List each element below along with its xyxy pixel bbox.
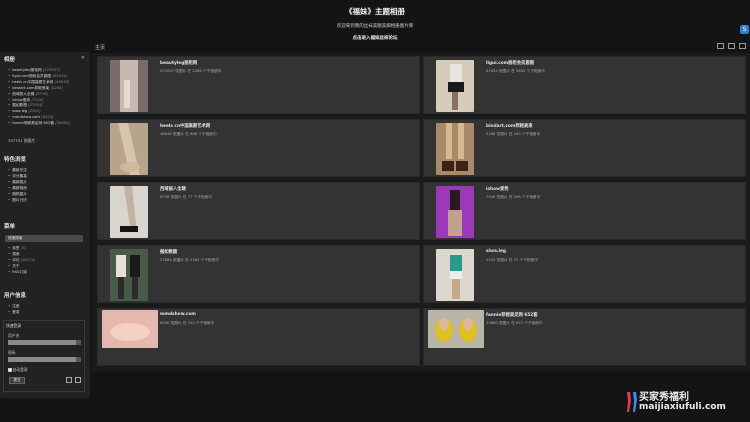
- album-thumbnail[interactable]: [110, 123, 148, 175]
- site-title: 《福妹》主题相册: [345, 7, 405, 16]
- album-name[interactable]: mmdshow.com: [160, 312, 196, 317]
- menu-heading: 菜单: [4, 224, 16, 230]
- album-info: 7028 张图片 在 206 个子相册中: [486, 195, 541, 199]
- album-thumbnail[interactable]: [436, 186, 474, 238]
- sidebar: 相册 « beautyleg丽柜网 [523007] ligui.com丽柜会员…: [0, 52, 90, 398]
- album-info: 5268 张图片 在 249 个子相册中: [486, 132, 541, 136]
- input-keyboard-icon: [76, 357, 81, 362]
- album-name[interactable]: heels cn中国高跟艺术网: [160, 123, 210, 129]
- share-icon[interactable]: S: [740, 25, 749, 34]
- album-name[interactable]: beautyleg丽柜网: [160, 60, 197, 66]
- menu-item[interactable]: RSS订阅: [8, 270, 35, 276]
- album-card[interactable]: ishow爱秀 7028 张图片 在 206 个子相册中: [423, 182, 746, 240]
- login-submit-button[interactable]: 提交: [9, 377, 25, 384]
- quick-login-box: 快速登录 用户名 密码 自动登录 提交: [3, 320, 85, 392]
- album-info: 27684 张图片 在 2364 个子相册中: [160, 258, 219, 262]
- feature-item[interactable]: 随机图片: [8, 192, 27, 198]
- help-icon[interactable]: [75, 377, 81, 383]
- remember-me-checkbox[interactable]: 自动登录: [8, 367, 28, 373]
- user-links: 注册 登录: [8, 304, 19, 316]
- feature-item[interactable]: 评分最高: [8, 174, 27, 180]
- list-view-icon[interactable]: [728, 43, 735, 49]
- album-name[interactable]: bindart.com邦妮美束: [486, 123, 533, 129]
- album-info: 63434 张图片 在 9600 个子相册中: [486, 69, 545, 73]
- username-label: 用户名: [8, 333, 20, 338]
- album-card[interactable]: siwa.leg 2943 张图片 在 37 个子相册中: [423, 245, 746, 303]
- feature-item[interactable]: 最新图片: [8, 180, 27, 186]
- username-input[interactable]: [8, 340, 81, 345]
- site-watermark: 买家秀福利 maijiaxiufuli.com: [625, 388, 749, 418]
- album-info: 30860 张图片 在 672 个子相册中: [486, 321, 543, 325]
- album-card[interactable]: 西域丽人全辑 6738 张图片 在 77 个子相册中: [97, 182, 420, 240]
- features-heading: 特色浏览: [4, 157, 27, 163]
- password-input[interactable]: [8, 357, 81, 362]
- album-info: 523007 张图片 在 2286 个子相册中: [160, 69, 222, 73]
- user-info-heading: 用户信息: [4, 293, 27, 299]
- password-label: 密码: [8, 350, 16, 355]
- album-thumbnail[interactable]: [110, 60, 148, 112]
- watermark-url: maijiaxiufuli.com: [639, 402, 726, 412]
- detail-view-icon[interactable]: [739, 43, 746, 49]
- album-thumbnail[interactable]: [428, 310, 484, 348]
- album-grid: beautyleg丽柜网 523007 张图片 在 2286 个子相册中 lig…: [92, 53, 750, 371]
- forum-enter-link[interactable]: 点击进入福妹丝袜论坛: [0, 35, 750, 41]
- album-card[interactable]: 据如数图 27684 张图片 在 2364 个子相册中: [97, 245, 420, 303]
- album-thumbnail[interactable]: [110, 186, 148, 238]
- album-name[interactable]: ligui.com丽柜会员套图: [486, 60, 534, 66]
- album-thumbnail[interactable]: [436, 123, 474, 175]
- album-name[interactable]: ishow爱秀: [486, 186, 509, 192]
- collapse-icon[interactable]: «: [81, 54, 85, 61]
- grid-view-icon[interactable]: [717, 43, 724, 49]
- album-thumbnail[interactable]: [110, 249, 148, 301]
- album-thumbnail[interactable]: [436, 249, 474, 301]
- main-title: 主页: [95, 45, 106, 51]
- album-card[interactable]: heels cn中国高跟艺术网 48648 张图片 在 668 个子相册中: [97, 119, 420, 177]
- login-link[interactable]: 登录: [8, 310, 19, 316]
- album-card[interactable]: mmdshow.com 6550 张图片 在 250 个子相册中: [97, 308, 420, 366]
- album-info: 2943 张图片 在 37 个子相册中: [486, 258, 538, 262]
- forgot-password-icon[interactable]: [66, 377, 72, 383]
- login-box-title: 快速登录: [6, 323, 22, 328]
- features-list: 最新关注 评分最高 最新图片 最新相册 随机图片 图片日历: [8, 168, 27, 203]
- album-info: 48648 张图片 在 668 个子相册中: [160, 132, 217, 136]
- feature-item[interactable]: 最新相册: [8, 186, 27, 192]
- input-keyboard-icon: [76, 340, 81, 345]
- albums-heading: 相册: [4, 57, 16, 63]
- album-info: 6738 张图片 在 77 个子相册中: [160, 195, 212, 199]
- album-name[interactable]: fannie菲妮美足网 652套: [486, 312, 538, 318]
- watermark-title: 买家秀福利: [639, 392, 689, 403]
- feature-item[interactable]: 图片日历: [8, 198, 27, 204]
- menu-list: 标签 (5) 搜索 评论 (46275) 关于 RSS订阅: [8, 246, 35, 276]
- sidebar-album-item[interactable]: fannie菲妮美足网 652套 [30860]: [8, 121, 70, 127]
- site-subtitle: 欢迎来到我的丝袜美腿美脚相册图片库: [336, 24, 414, 29]
- page-header: 《福妹》主题相册 欢迎来到我的丝袜美腿美脚相册图片库 点击进入福妹丝袜论坛: [0, 0, 750, 45]
- album-info: 6550 张图片 在 250 个子相册中: [160, 321, 215, 325]
- album-list: beautyleg丽柜网 [523007] ligui.com丽柜会员套图 [6…: [8, 68, 70, 127]
- album-thumbnail[interactable]: [436, 60, 474, 112]
- watermark-logo-icon: [627, 392, 637, 412]
- album-name[interactable]: 据如数图: [160, 249, 177, 255]
- albums-total: 337731 张图片: [8, 138, 36, 143]
- quick-search-bar[interactable]: 快速搜索: [5, 235, 83, 242]
- album-card[interactable]: bindart.com邦妮美束 5268 张图片 在 249 个子相册中: [423, 119, 746, 177]
- album-name[interactable]: 西域丽人全辑: [160, 186, 186, 192]
- album-card[interactable]: beautyleg丽柜网 523007 张图片 在 2286 个子相册中: [97, 56, 420, 114]
- album-name[interactable]: siwa.leg: [486, 249, 506, 254]
- album-card[interactable]: fannie菲妮美足网 652套 30860 张图片 在 672 个子相册中: [423, 308, 746, 366]
- album-thumbnail[interactable]: [102, 310, 158, 348]
- album-card[interactable]: ligui.com丽柜会员套图 63434 张图片 在 9600 个子相册中: [423, 56, 746, 114]
